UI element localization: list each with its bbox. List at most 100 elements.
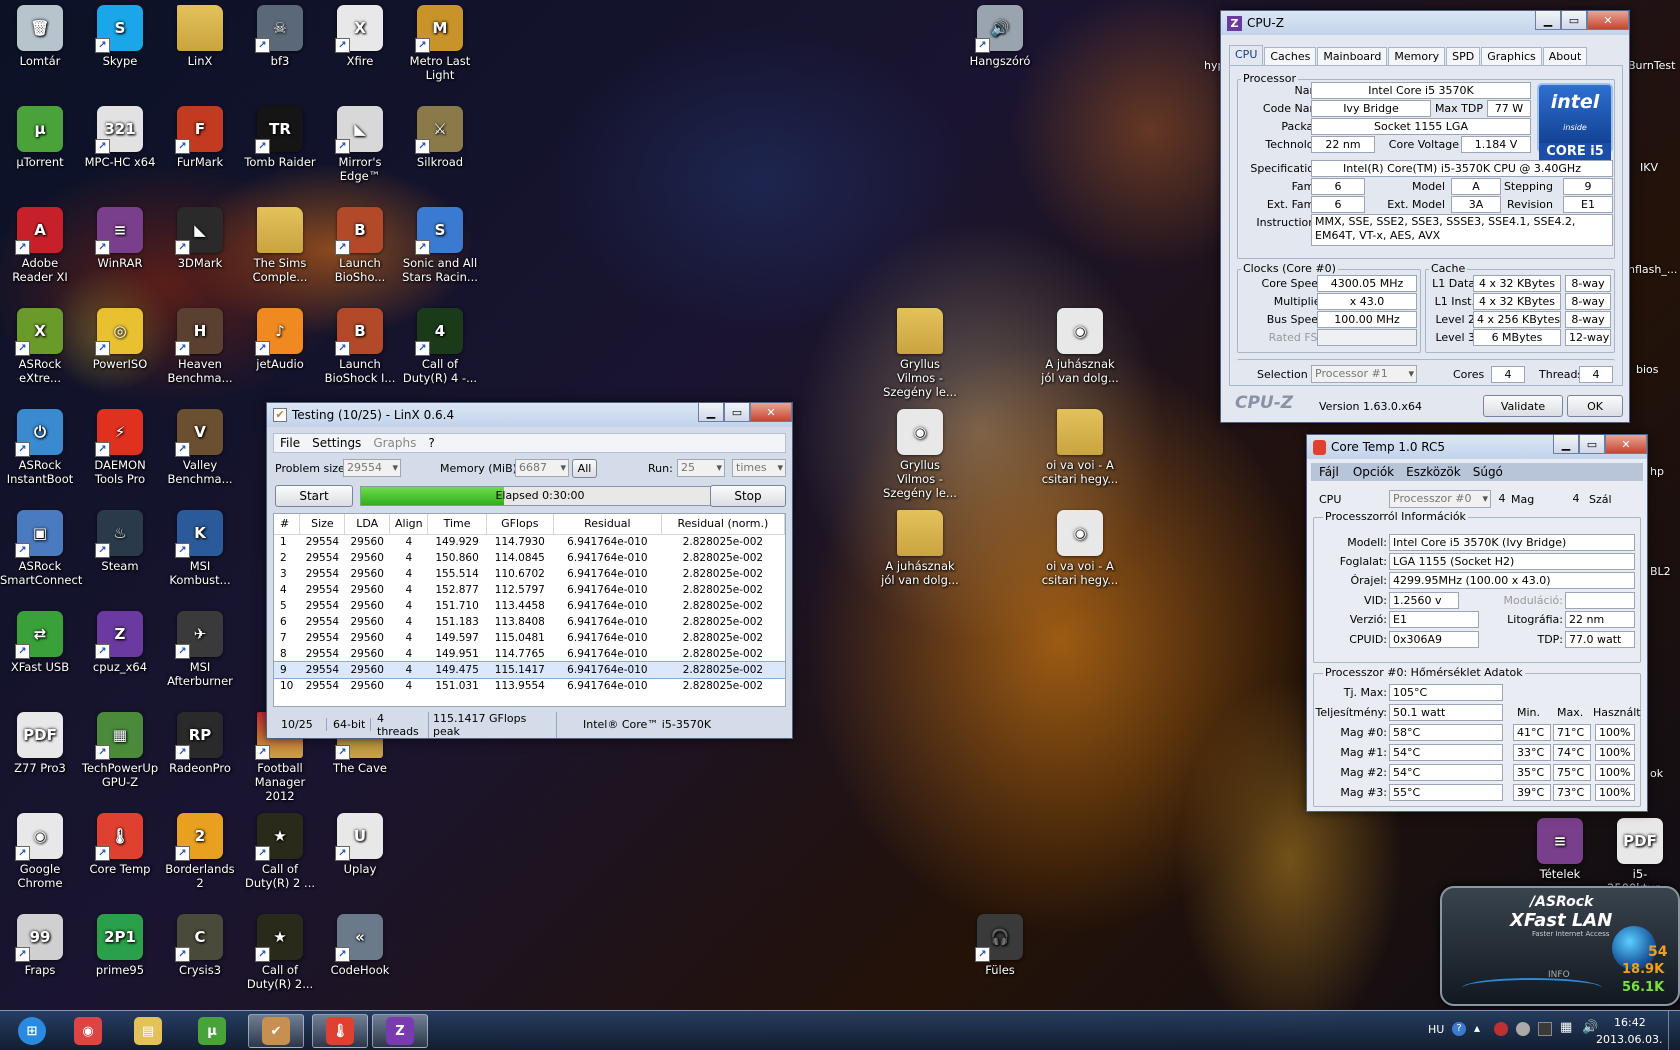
desktop-icon[interactable]: FFurMark — [160, 106, 240, 169]
menu-help[interactable]: Súgó — [1467, 465, 1509, 479]
tray-app-icon[interactable] — [1494, 1022, 1508, 1036]
table-row[interactable]: 7 29554 29560 4 149.597 115.0481 6.941764e-010… — [274, 630, 785, 646]
tab-about[interactable]: About — [1542, 47, 1588, 66]
run-dropdown[interactable]: 25 — [677, 459, 725, 477]
desktop-icon[interactable]: ≡ Tételek — [1520, 818, 1600, 881]
menu-help[interactable]: ? — [422, 436, 440, 450]
desktop-icon[interactable]: SSonic and All Stars Racin... — [400, 207, 480, 284]
linx-window[interactable]: ✔ Testing (10/25) - LinX 0.6.4 ▁ ▭ ✕ File … — [266, 402, 793, 739]
tab-cpu[interactable]: CPU — [1229, 45, 1264, 66]
tray-app3-icon[interactable] — [1538, 1022, 1552, 1036]
desktop-icon[interactable]: ≡WinRAR — [80, 207, 160, 270]
desktop-icon[interactable]: ▣ASRock SmartConnect — [0, 510, 82, 587]
column-header[interactable]: Residual (norm.) — [661, 514, 785, 535]
desktop-icon[interactable]: 🗑 Lomtár — [0, 5, 80, 68]
partial-label-ok[interactable]: ok — [1650, 766, 1663, 781]
desktop-icon[interactable]: AAdobe Reader XI — [0, 207, 80, 284]
table-row[interactable]: 10 29554 29560 4 151.031 113.9554 6.941764e-01… — [274, 678, 785, 694]
times-dropdown[interactable]: times — [732, 459, 786, 477]
desktop-icon[interactable]: oi va voi - A csitari hegy... — [1040, 409, 1120, 486]
desktop-icon[interactable]: 2Borderlands 2 — [160, 813, 240, 890]
xfast-lan-widget[interactable]: /ASRock XFast LAN Faster Internet Access… — [1440, 886, 1680, 1006]
taskbar-linx[interactable]: ✔ — [248, 1014, 304, 1048]
problem-size-dropdown[interactable]: 29554 — [343, 459, 401, 477]
clock-date[interactable]: 2013.06.03. — [1596, 1033, 1662, 1046]
desktop-icon[interactable]: ◎PowerISO — [80, 308, 160, 371]
desktop-icon[interactable]: ◣3DMark — [160, 207, 240, 270]
desktop-icon[interactable]: ▦TechPowerUp GPU-Z — [80, 712, 160, 789]
table-row[interactable]: 2 29554 29560 4 150.860 114.0845 6.941764e-010… — [274, 550, 785, 566]
desktop-icon[interactable]: 🔊Hangszóró — [960, 5, 1040, 68]
minimize-icon[interactable]: ▁ — [698, 403, 724, 422]
desktop-icon[interactable]: TRTomb Raider — [240, 106, 320, 169]
desktop-icon[interactable]: 2P1 prime95 — [80, 914, 160, 977]
desktop-icon[interactable]: 🎧Füles — [960, 914, 1040, 977]
close-icon[interactable]: ✕ — [750, 403, 792, 422]
table-row[interactable]: 1 29554 29560 4 149.929 114.7930 6.941764e-010… — [274, 534, 785, 550]
desktop-icon[interactable]: KMSI Kombust... — [160, 510, 240, 587]
network-icon[interactable]: ▦ — [1560, 1020, 1572, 1035]
desktop-icon[interactable]: The Sims Comple... — [240, 207, 320, 284]
menu-options[interactable]: Opciók — [1347, 465, 1400, 479]
language-indicator[interactable]: HU — [1428, 1023, 1444, 1036]
tab-caches[interactable]: Caches — [1264, 47, 1317, 66]
desktop-icon[interactable]: XXfire — [320, 5, 400, 68]
taskbar-utorrent[interactable]: µ — [184, 1014, 240, 1048]
desktop-icon[interactable]: ◉ Gryllus Vilmos - Szegény le... — [880, 409, 960, 500]
taskbar-chrome[interactable]: ◉ — [60, 1014, 116, 1048]
minimize-icon[interactable]: ▁ — [1535, 11, 1561, 30]
minimize-icon[interactable]: ▁ — [1553, 435, 1579, 454]
partial-label-ikv[interactable]: IKV — [1640, 160, 1658, 175]
partial-label-hp[interactable]: hp — [1650, 464, 1664, 479]
desktop-icon[interactable]: ⚔Silkroad — [400, 106, 480, 169]
partial-label-burntest[interactable]: BurnTest — [1628, 58, 1675, 73]
column-header[interactable]: Size — [299, 514, 346, 535]
desktop-icon[interactable]: XASRock eXtre... — [0, 308, 80, 385]
desktop-icon[interactable]: 4Call of Duty(R) 4 -... — [400, 308, 480, 385]
desktop-icon[interactable]: ◉ oi va voi - A csitari hegy... — [1040, 510, 1120, 587]
table-row[interactable]: 3 29554 29560 4 155.514 110.6702 6.941764e-010… — [274, 566, 785, 582]
column-header[interactable]: Time — [427, 514, 487, 535]
desktop-icon[interactable]: 321MPC-HC x64 — [80, 106, 160, 169]
coretemp-titlebar[interactable]: Core Temp 1.0 RC5 ▁ ▭ ✕ — [1307, 435, 1647, 459]
desktop-icon[interactable]: LinX — [160, 5, 240, 68]
desktop-icon[interactable]: ♪jetAudio — [240, 308, 320, 371]
tray-arrow-icon[interactable]: ▴ — [1474, 1021, 1480, 1035]
cpuz-titlebar[interactable]: Z CPU-Z ▁ ▭ ✕ — [1221, 11, 1629, 35]
desktop-icon[interactable]: ✈MSI Afterburner — [160, 611, 240, 688]
linx-titlebar[interactable]: ✔ Testing (10/25) - LinX 0.6.4 ▁ ▭ ✕ — [267, 403, 792, 427]
column-header[interactable]: Residual — [553, 514, 662, 535]
maximize-icon[interactable]: ▭ — [1579, 435, 1605, 454]
desktop-icon[interactable]: Zcpuz_x64 — [80, 611, 160, 674]
memory-dropdown[interactable]: 6687 — [515, 459, 569, 477]
desktop-icon[interactable]: SSkype — [80, 5, 160, 68]
menu-file[interactable]: File — [274, 436, 306, 450]
desktop-icon[interactable]: 99Fraps — [0, 914, 80, 977]
clock-time[interactable]: 16:42 — [1614, 1016, 1646, 1029]
taskbar-coretemp[interactable]: 🌡 — [312, 1014, 368, 1048]
desktop-icon[interactable]: PDF Z77 Pro3 — [0, 712, 80, 775]
menu-tools[interactable]: Eszközök — [1400, 465, 1467, 479]
desktop-icon[interactable]: ◉Google Chrome — [0, 813, 80, 890]
partial-label-nflash[interactable]: nflash_... — [1628, 262, 1677, 277]
desktop-icon[interactable]: µ µTorrent — [0, 106, 80, 169]
desktop-icon[interactable]: RPRadeonPro — [160, 712, 240, 775]
desktop-icon[interactable]: BLaunch BioShock I... — [320, 308, 400, 385]
tab-graphics[interactable]: Graphics — [1481, 47, 1542, 66]
tab-mainboard[interactable]: Mainboard — [1317, 47, 1388, 66]
desktop-icon[interactable]: PDFi5-2500ktun... — [1600, 818, 1680, 895]
desktop-icon[interactable]: BLaunch BioSho... — [320, 207, 400, 284]
help-icon[interactable]: ? — [1452, 1022, 1466, 1036]
close-icon[interactable]: ✕ — [1587, 11, 1629, 30]
ok-button[interactable]: OK — [1567, 395, 1623, 417]
desktop-icon[interactable]: Gryllus Vilmos - Szegény le... — [880, 308, 960, 399]
desktop-icon[interactable]: A juhásznak jól van dolg... — [880, 510, 960, 587]
taskbar-explorer[interactable]: ▤ — [120, 1014, 176, 1048]
desktop-icon[interactable]: ★Call of Duty(R) 2... — [240, 914, 320, 991]
menu-file[interactable]: Fájl — [1311, 465, 1347, 479]
desktop-icon[interactable]: HHeaven Benchma... — [160, 308, 240, 385]
column-header[interactable]: # — [274, 514, 301, 535]
processor-dropdown[interactable]: Processzor #0 — [1389, 490, 1491, 508]
partial-label-bios[interactable]: bios — [1636, 362, 1659, 377]
validate-button[interactable]: Validate — [1483, 395, 1563, 417]
